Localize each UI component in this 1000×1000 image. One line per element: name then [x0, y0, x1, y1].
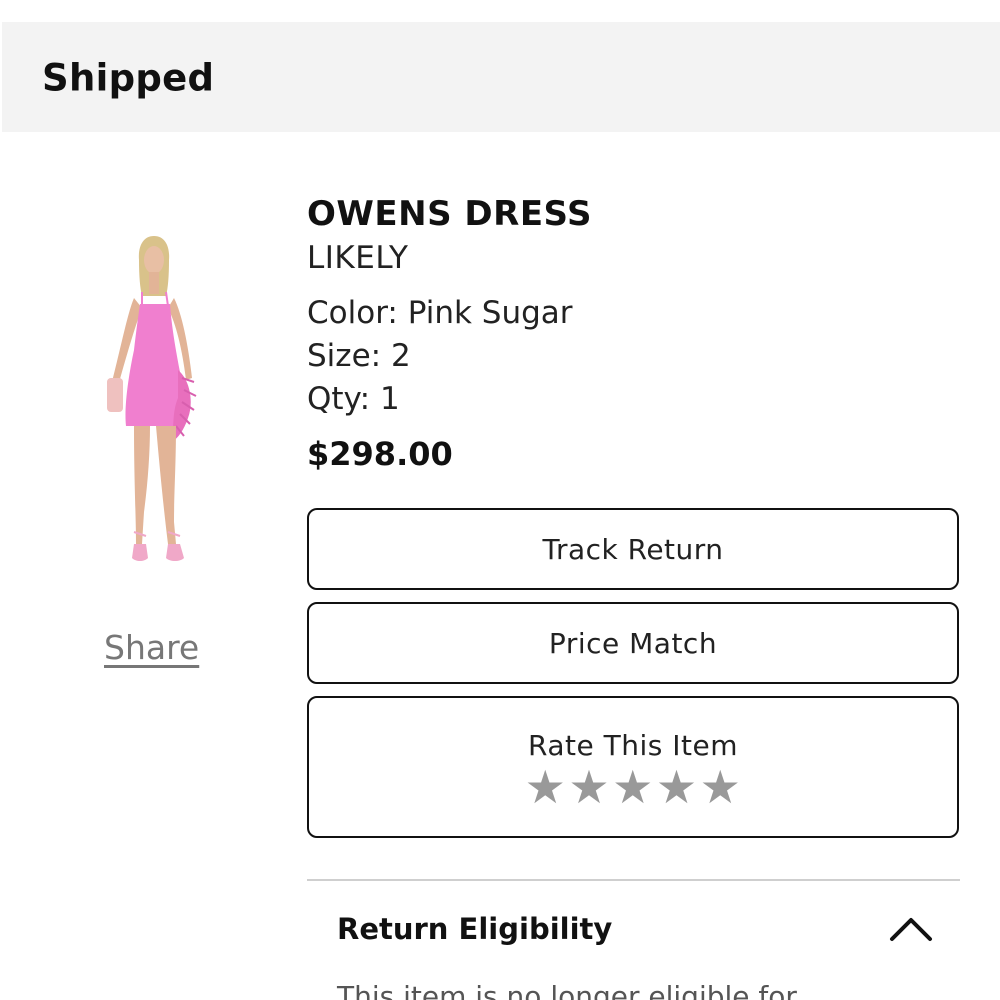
track-return-button[interactable]: Track Return [307, 508, 959, 590]
chevron-up-icon[interactable] [888, 913, 934, 943]
star-rating[interactable]: ★ ★ ★ ★ ★ [525, 764, 742, 810]
star-icon[interactable]: ★ [656, 764, 698, 810]
size-label: Size: [307, 338, 382, 374]
star-icon[interactable]: ★ [612, 764, 654, 810]
return-eligibility-text: This item is no longer eligible for [337, 980, 797, 1000]
product-quantity: Qty: 1 [307, 381, 400, 417]
price-match-button[interactable]: Price Match [307, 602, 959, 684]
rate-item-panel[interactable]: Rate This Item ★ ★ ★ ★ ★ [307, 696, 959, 838]
shipment-status-header: Shipped [2, 22, 1000, 132]
product-color: Color: Pink Sugar [307, 295, 573, 331]
product-size: Size: 2 [307, 338, 411, 374]
shipment-status-title: Shipped [42, 56, 215, 100]
section-divider [307, 879, 960, 881]
color-label: Color: [307, 295, 398, 331]
rate-item-label: Rate This Item [528, 728, 738, 762]
star-icon[interactable]: ★ [525, 764, 567, 810]
qty-label: Qty: [307, 381, 371, 417]
product-image[interactable] [98, 232, 210, 574]
product-name[interactable]: OWENS DRESS [307, 194, 592, 234]
color-value: Pink Sugar [407, 295, 573, 331]
return-eligibility-title[interactable]: Return Eligibility [337, 912, 612, 946]
qty-value: 1 [379, 381, 400, 417]
product-brand[interactable]: LIKELY [307, 240, 408, 276]
size-value: 2 [390, 338, 411, 374]
order-item-page: Shipped Share OWENS DRESS LIKELY Color: [0, 0, 1000, 1000]
share-link[interactable]: Share [104, 628, 199, 667]
product-price: $298.00 [307, 435, 453, 473]
star-icon[interactable]: ★ [568, 764, 610, 810]
star-icon[interactable]: ★ [700, 764, 742, 810]
